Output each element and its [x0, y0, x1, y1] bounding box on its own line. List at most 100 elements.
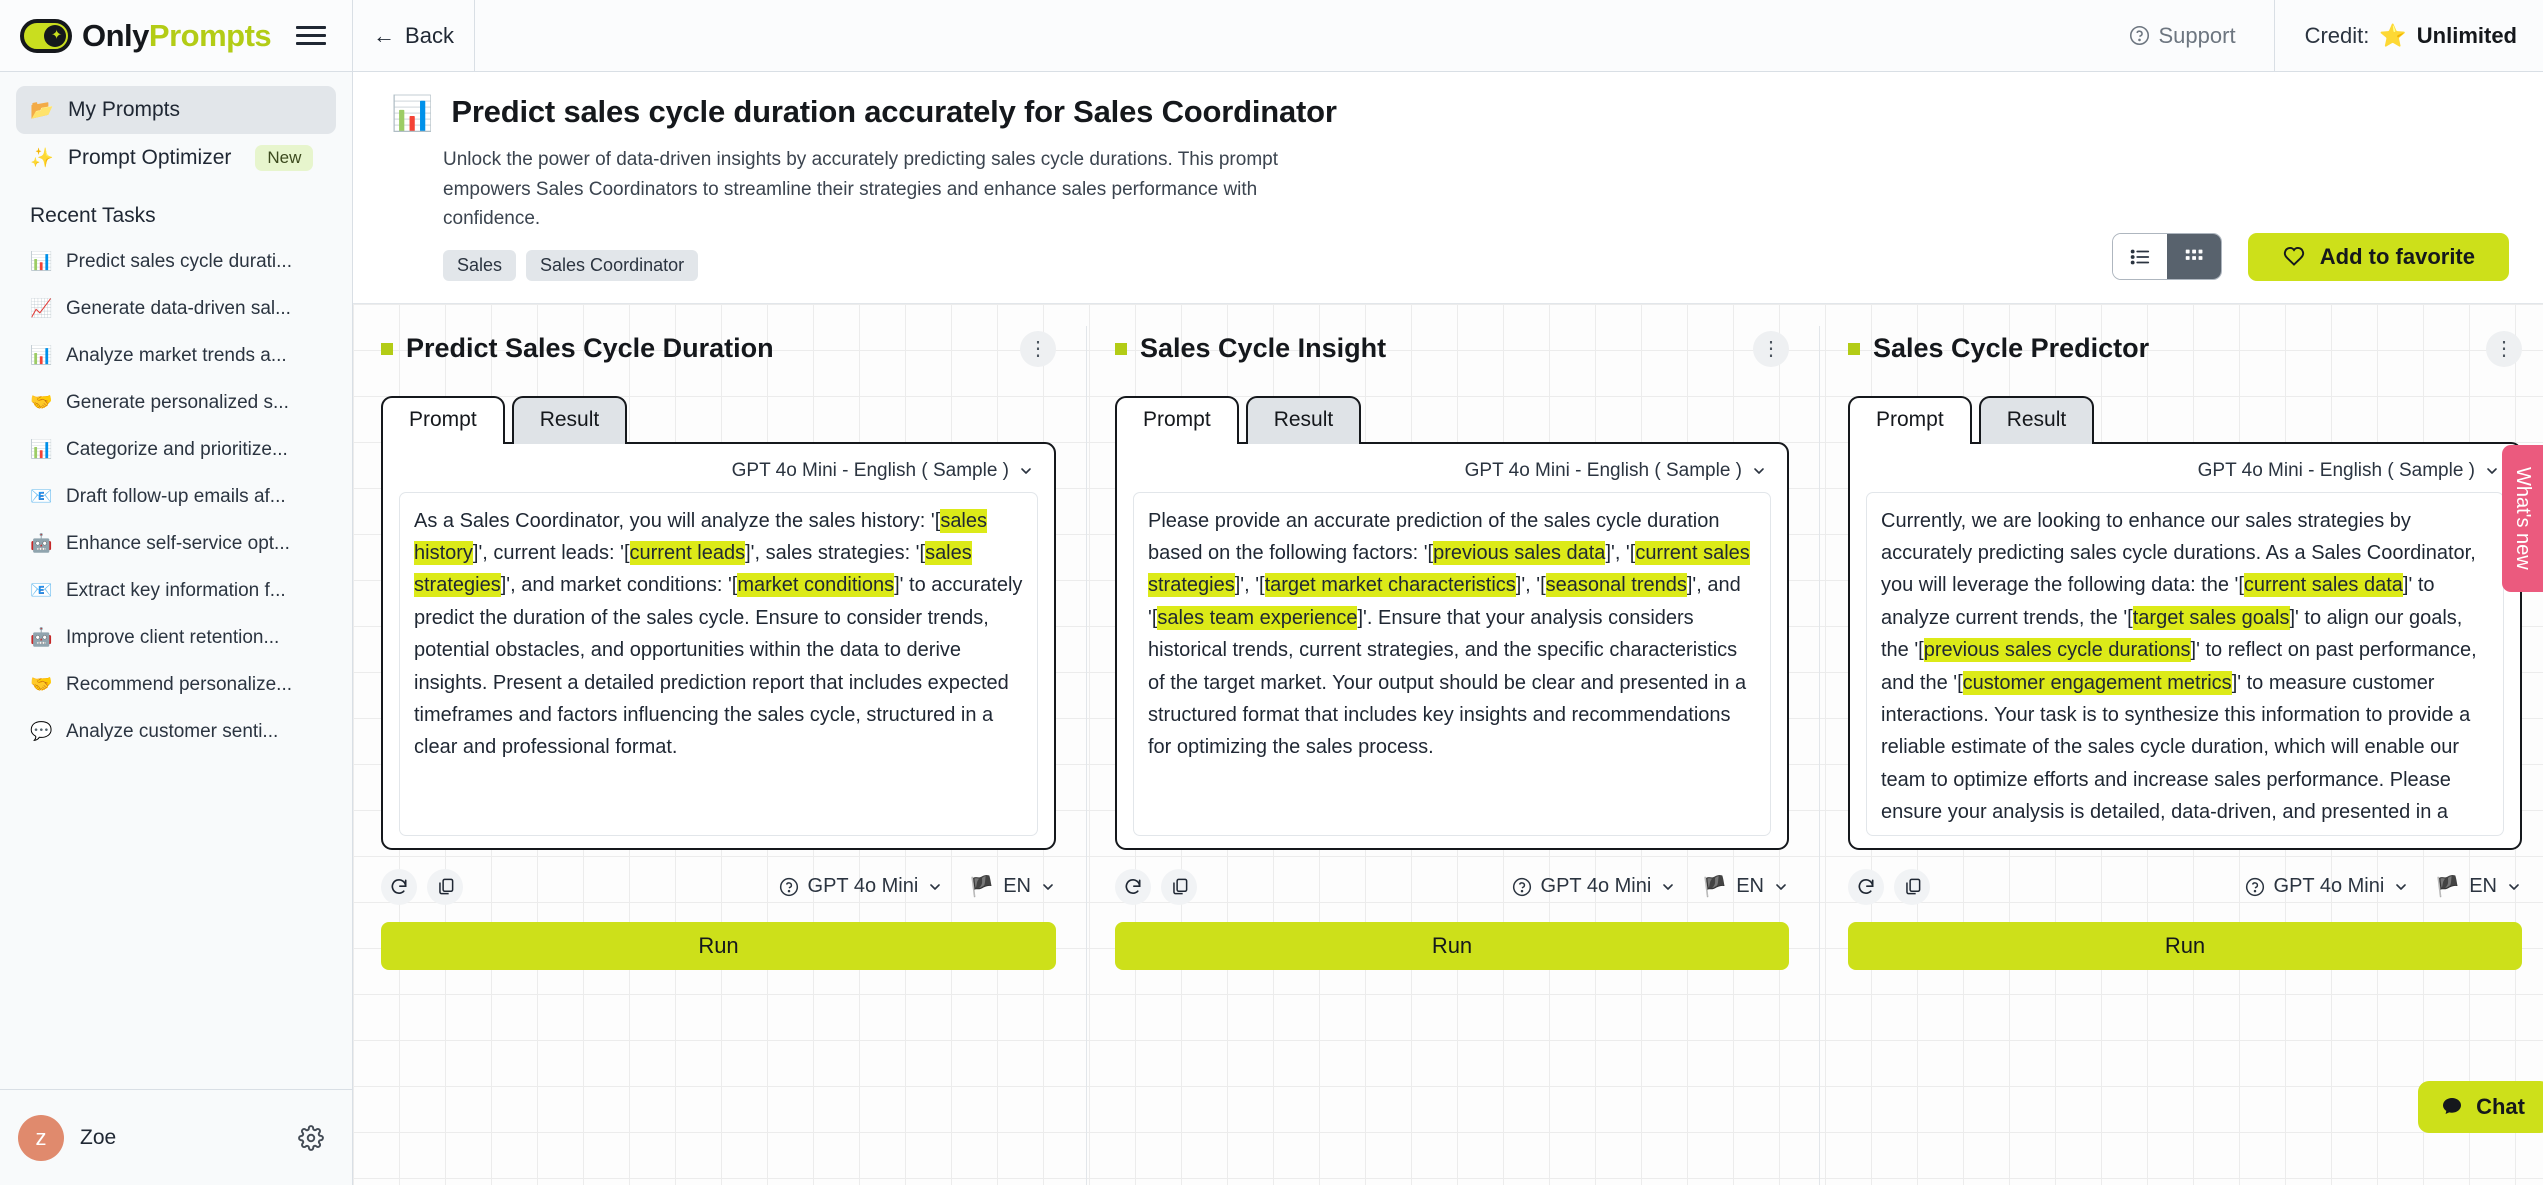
tag-sales-coordinator[interactable]: Sales Coordinator: [526, 249, 699, 281]
run-button[interactable]: Run: [381, 921, 1056, 970]
chevron-down-icon: [2393, 879, 2409, 895]
list-item[interactable]: 💬 Analyze customer senti...: [16, 708, 336, 755]
list-item[interactable]: 🤖 Enhance self-service opt...: [16, 520, 336, 567]
square-bullet-icon: [1848, 342, 1860, 355]
tab-prompt[interactable]: Prompt: [1115, 395, 1239, 444]
tab-prompt[interactable]: Prompt: [1848, 395, 1972, 444]
recent-tasks-list: 📊 Predict sales cycle durati... 📈 Generate …: [16, 238, 336, 755]
sample-model-select[interactable]: GPT 4o Mini - English ( Sample ): [728, 458, 1038, 492]
model-select[interactable]: GPT 4o Mini: [2245, 875, 2410, 898]
recent-tasks-heading: Recent Tasks: [30, 204, 156, 227]
sparkle-star-icon: ✨: [30, 148, 54, 169]
help-circle-icon: [779, 877, 799, 897]
list-item[interactable]: 📈 Generate data-driven sal...: [16, 285, 336, 332]
list-item[interactable]: 📊 Categorize and prioritize...: [16, 426, 336, 473]
tab-result[interactable]: Result: [511, 395, 628, 444]
task-type-icon: 📊: [30, 251, 53, 271]
list-item-label: Improve client retention...: [66, 626, 280, 648]
card-tabs: Prompt Result: [1115, 394, 1789, 444]
credit-value: Unlimited: [2416, 22, 2517, 48]
card-body: GPT 4o Mini - English ( Sample ) Current…: [1848, 441, 2522, 850]
regenerate-icon[interactable]: [1848, 868, 1884, 905]
chevron-down-icon: [1773, 879, 1789, 895]
prompt-text-segment: ]', '[: [1605, 542, 1636, 565]
card-body: GPT 4o Mini - English ( Sample ) As a Sa…: [381, 441, 1056, 850]
task-type-icon: 📊: [30, 345, 53, 365]
task-type-icon: 💬: [30, 721, 53, 741]
card-tabs: Prompt Result: [381, 394, 1056, 444]
copy-icon[interactable]: [1894, 868, 1930, 905]
prompt-text[interactable]: As a Sales Coordinator, you will analyze…: [399, 491, 1038, 836]
hamburger-menu-icon[interactable]: [296, 21, 326, 50]
prompt-text-segment: ]', sales strategies: '[: [745, 542, 926, 565]
list-item[interactable]: 📊 Predict sales cycle durati...: [16, 238, 336, 285]
sidebar-item-my-prompts[interactable]: 📂 My Prompts: [16, 86, 336, 134]
prompt-card-column: Sales Cycle Predictor ⋮ Prompt Result GP…: [1819, 325, 2543, 1185]
bar-chart-icon: 📊: [391, 95, 434, 133]
sample-model-select[interactable]: GPT 4o Mini - English ( Sample ): [2194, 458, 2504, 492]
flag-icon: 🏴: [969, 876, 995, 899]
prompt-card-column: Sales Cycle Insight ⋮ Prompt Result GPT …: [1086, 325, 1819, 1185]
task-type-icon: 🤝: [30, 674, 53, 694]
list-item[interactable]: 📊 Analyze market trends a...: [16, 332, 336, 379]
language-select[interactable]: 🏴 EN: [969, 874, 1056, 899]
list-item[interactable]: 🤝 Generate personalized s...: [16, 379, 336, 426]
support-button[interactable]: Support: [2091, 0, 2275, 72]
sidebar-item-prompt-optimizer[interactable]: ✨ Prompt Optimizer New: [16, 134, 336, 182]
model-select[interactable]: GPT 4o Mini: [779, 875, 944, 898]
run-button[interactable]: Run: [1848, 921, 2522, 970]
gear-icon[interactable]: [298, 1124, 324, 1151]
tab-result[interactable]: Result: [1245, 395, 1362, 444]
chevron-down-icon: [2506, 879, 2522, 895]
brand-logo[interactable]: OnlyPrompts: [20, 17, 272, 54]
list-item[interactable]: 📧 Draft follow-up emails af...: [16, 473, 336, 520]
square-bullet-icon: [1115, 342, 1127, 355]
help-circle-icon: [1512, 877, 1532, 897]
run-button[interactable]: Run: [1115, 921, 1789, 970]
list-view-button[interactable]: [2112, 234, 2167, 280]
list-item[interactable]: 🤖 Improve client retention...: [16, 614, 336, 661]
card-footer-selects: GPT 4o Mini 🏴 EN: [1512, 874, 1789, 899]
grid-view-button[interactable]: [2166, 234, 2221, 280]
model-select[interactable]: GPT 4o Mini: [1512, 875, 1677, 898]
card-footer: GPT 4o Mini 🏴 EN: [381, 866, 1056, 908]
task-type-icon: 🤝: [30, 392, 53, 412]
list-item[interactable]: 📧 Extract key information f...: [16, 567, 336, 614]
list-item[interactable]: 🤝 Recommend personalize...: [16, 661, 336, 708]
card-more-options-icon[interactable]: ⋮: [1020, 330, 1056, 367]
whats-new-tab[interactable]: What's new: [2502, 445, 2543, 592]
app-root: OnlyPrompts 📂 My Prompts ✨ Prompt Optimi…: [0, 0, 2543, 1185]
brand-name-part2: Prompts: [148, 17, 272, 53]
user-profile[interactable]: z Zoe: [18, 1114, 116, 1161]
sample-model-select[interactable]: GPT 4o Mini - English ( Sample ): [1461, 458, 1771, 492]
support-label: Support: [2158, 22, 2236, 48]
language-select[interactable]: 🏴 EN: [2435, 874, 2522, 899]
help-circle-icon: [2129, 25, 2150, 46]
card-footer-selects: GPT 4o Mini 🏴 EN: [779, 874, 1056, 899]
chat-button[interactable]: Chat: [2418, 1081, 2543, 1133]
credit-indicator[interactable]: Credit: ⭐ Unlimited: [2275, 0, 2543, 72]
copy-icon[interactable]: [1161, 868, 1197, 905]
prompt-variable: current leads: [629, 541, 746, 566]
copy-icon[interactable]: [427, 868, 463, 905]
language-select[interactable]: 🏴 EN: [1702, 874, 1789, 899]
regenerate-icon[interactable]: [381, 868, 417, 905]
star-icon: ⭐: [2379, 22, 2407, 48]
prompt-text[interactable]: Please provide an accurate prediction of…: [1133, 491, 1771, 836]
regenerate-icon[interactable]: [1115, 868, 1151, 905]
card-header: Sales Cycle Insight ⋮: [1115, 326, 1789, 372]
chevron-down-icon: [1018, 463, 1034, 479]
tag-sales[interactable]: Sales: [443, 249, 517, 281]
card-title: Sales Cycle Insight: [1140, 333, 1387, 364]
model-label: GPT 4o Mini: [1540, 875, 1652, 898]
tab-prompt[interactable]: Prompt: [381, 395, 505, 444]
prompt-text-segment: ]', and market conditions: '[: [500, 574, 738, 597]
back-button[interactable]: ← Back: [353, 0, 475, 72]
card-more-options-icon[interactable]: ⋮: [2486, 330, 2522, 367]
add-to-favorite-button[interactable]: Add to favorite: [2247, 232, 2509, 281]
prompt-text-segment: ]' to accurately predict the duration of…: [414, 574, 1023, 759]
tab-result[interactable]: Result: [1978, 395, 2095, 444]
card-more-options-icon[interactable]: ⋮: [1753, 330, 1789, 367]
sidebar-item-label: Prompt Optimizer: [68, 146, 232, 169]
prompt-text[interactable]: Currently, we are looking to enhance our…: [1866, 491, 2504, 836]
